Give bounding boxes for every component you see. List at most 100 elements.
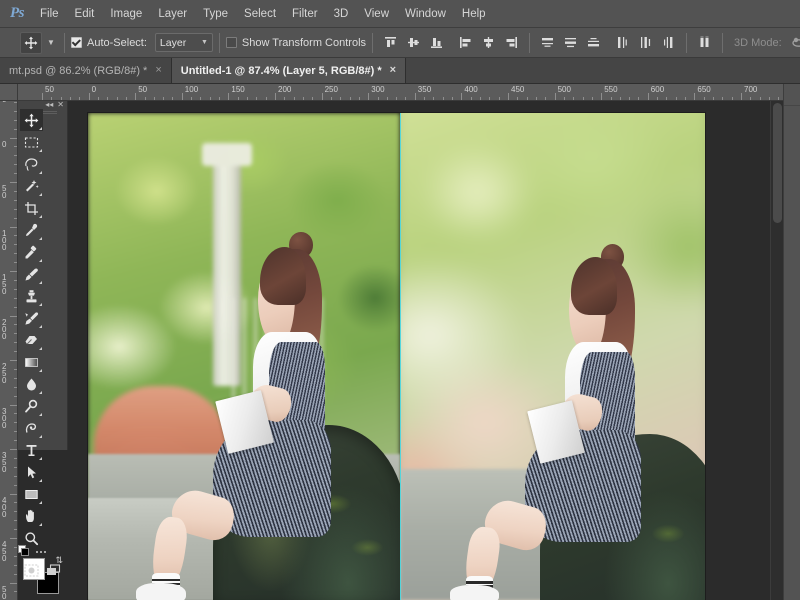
lasso-tool[interactable] [20,153,43,175]
align-left-edges-icon[interactable] [455,32,476,54]
menu-select[interactable]: Select [236,3,284,25]
close-icon[interactable]: × [155,65,161,76]
change-screen-mode-icon[interactable] [42,560,64,580]
menu-window[interactable]: Window [397,3,454,25]
distribute-vertical-centers-icon[interactable] [560,32,581,54]
ruler-minor-tick [14,351,17,352]
ruler-minor-tick [396,97,397,100]
blur-tool[interactable] [20,373,43,395]
ruler-minor-tick [14,164,17,165]
ruler-minor-tick [14,342,17,343]
tool-preset-chevron-down-icon[interactable]: ▼ [44,33,58,53]
ruler-tick [10,405,17,406]
original-photo[interactable] [88,113,400,600]
edit-in-quick-mask-mode-icon[interactable] [20,560,42,580]
menu-view[interactable]: View [356,3,397,25]
vertical-scrollbar[interactable] [770,101,783,600]
clone-stamp-tool[interactable] [20,285,43,307]
ruler-minor-tick [14,387,17,388]
distribute-right-edges-icon[interactable] [658,32,679,54]
show-transform-controls-checkbox[interactable] [226,37,237,48]
spot-healing-brush-tool[interactable] [20,241,43,263]
dodge-tool[interactable] [20,395,43,417]
align-horizontal-centers-icon[interactable] [478,32,499,54]
ruler-minor-tick [592,97,593,100]
ruler-label: 0 [92,85,96,94]
ruler-tick [322,93,323,100]
close-icon[interactable]: ✕ [57,101,64,109]
ruler-minor-tick [172,97,173,100]
brush-tool[interactable] [20,263,43,285]
horizontal-ruler[interactable]: 5005010015020025030035040045050055060065… [18,84,800,101]
magic-wand-tool[interactable] [20,175,43,197]
ruler-tick [275,93,276,100]
eraser-tool[interactable] [20,329,43,351]
history-brush-tool[interactable] [20,307,43,329]
ruler-minor-tick [564,97,565,100]
pen-tool[interactable] [20,417,43,439]
ruler-tick [508,93,509,100]
path-selection-tool[interactable] [20,461,43,483]
distribute-bottom-edges-icon[interactable] [583,32,604,54]
auto-select-scope-dropdown[interactable]: Layer ▼ [155,33,213,52]
tool-flyout-indicator [39,259,42,262]
menu-filter[interactable]: Filter [284,3,326,25]
distribute-left-edges-icon[interactable] [612,32,633,54]
default-colors-icon[interactable] [18,545,27,554]
close-icon[interactable]: × [390,65,396,76]
orbit-3d-camera-icon[interactable] [788,32,800,54]
ruler-tick [135,93,136,100]
ruler-origin-box[interactable] [0,84,18,101]
horizontal-type-tool[interactable] [20,439,43,461]
menu-type[interactable]: Type [195,3,236,25]
ruler-minor-tick [14,146,17,147]
ruler-minor-tick [14,574,17,575]
scrollbar-thumb[interactable] [773,103,782,223]
auto-select-checkbox[interactable] [71,37,82,48]
collapse-panel-icon[interactable]: ◂◂ [45,101,53,109]
menu-file[interactable]: File [32,3,67,25]
move-tool[interactable] [20,109,43,131]
vertical-guide[interactable] [400,113,401,600]
menu-image[interactable]: Image [102,3,150,25]
auto-align-layers-icon[interactable] [694,32,715,54]
ruler-minor-tick [191,97,192,100]
tab-mt-psd[interactable]: mt.psd @ 86.2% (RGB/8#) * × [0,58,172,83]
ruler-label: 650 [697,85,710,94]
rectangle-tool[interactable] [20,483,43,505]
vertical-ruler[interactable]: 0050100150200250300350400450500550 [0,101,18,600]
tool-flyout-indicator [39,303,42,306]
ruler-minor-tick [424,97,425,100]
tool-flyout-indicator [39,325,42,328]
blurred-photo[interactable] [400,113,705,600]
ruler-minor-tick [14,191,17,192]
menu-layer[interactable]: Layer [150,3,195,25]
right-panel-rail[interactable] [783,84,800,600]
distribute-top-edges-icon[interactable] [537,32,558,54]
distribute-horizontal-centers-icon[interactable] [635,32,656,54]
ruler-tick [368,93,369,100]
menu-edit[interactable]: Edit [67,3,103,25]
canvas-workspace[interactable] [68,101,783,600]
ruler-minor-tick [629,97,630,100]
crop-tool[interactable] [20,197,43,219]
hand-tool[interactable] [20,505,43,527]
document-canvas[interactable] [88,113,705,600]
align-vertical-centers-icon[interactable] [403,32,424,54]
ruler-minor-tick [676,97,677,100]
menu-help[interactable]: Help [454,3,494,25]
move-tool-icon[interactable] [20,32,42,54]
photoshop-window: Ps File Edit Image Layer Type Select Fil… [0,0,800,600]
rectangular-marquee-tool[interactable] [20,131,43,153]
ruler-minor-tick [14,200,17,201]
ruler-tick [182,93,183,100]
align-top-edges-icon[interactable] [380,32,401,54]
eyedropper-tool[interactable] [20,219,43,241]
menu-3d[interactable]: 3D [326,3,357,25]
ruler-label: 300 [2,408,9,429]
align-right-edges-icon[interactable] [501,32,522,54]
ruler-minor-tick [219,97,220,100]
align-bottom-edges-icon[interactable] [426,32,447,54]
tab-untitled-1[interactable]: Untitled-1 @ 87.4% (Layer 5, RGB/8#) * × [172,58,406,83]
gradient-tool[interactable] [20,351,43,373]
